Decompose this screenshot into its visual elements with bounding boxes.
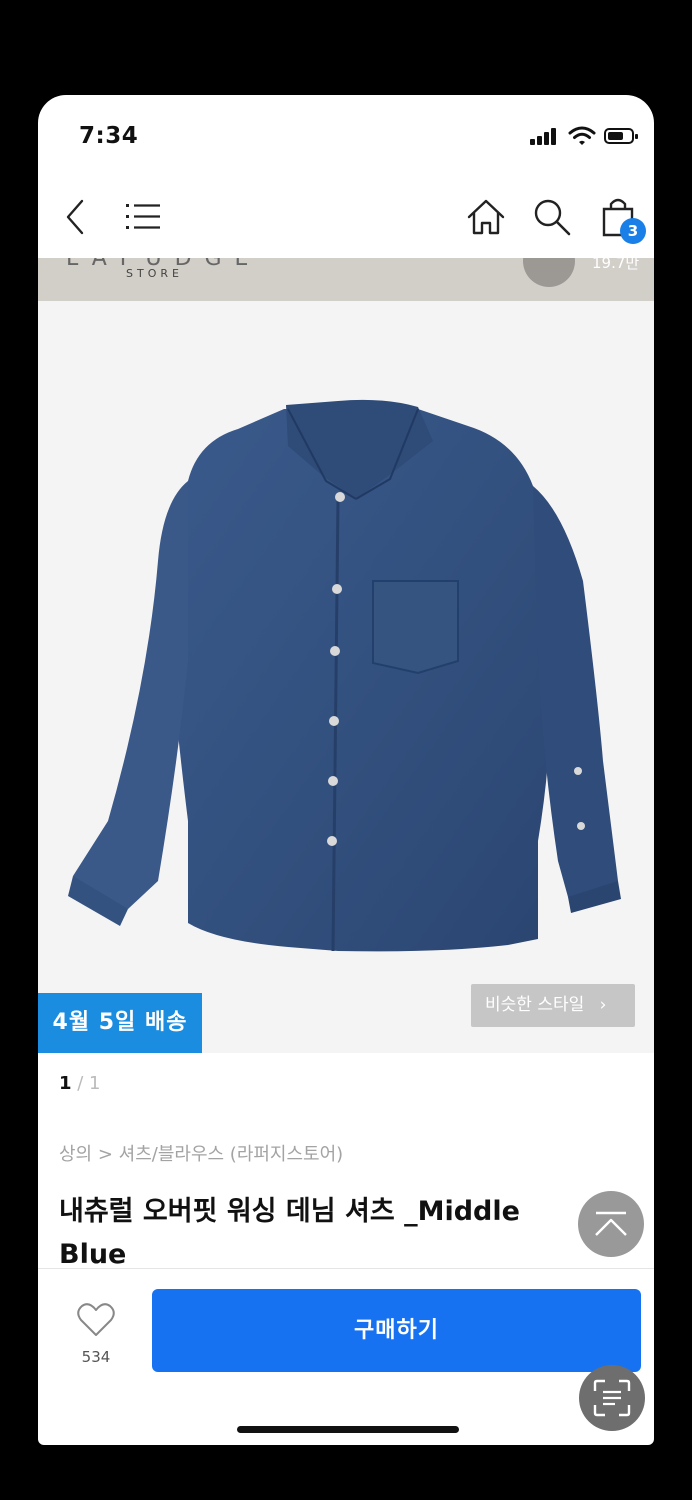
brand-banner[interactable]: LAFUDGE STORE 19.7만 — [38, 258, 654, 301]
search-icon[interactable] — [532, 195, 572, 239]
home-icon[interactable] — [466, 195, 506, 239]
chevron-right-icon: › — [599, 995, 607, 1015]
heart-icon — [77, 1303, 115, 1336]
brand-like-count: 19.7만 — [592, 258, 640, 272]
brand-like-button[interactable] — [523, 258, 575, 287]
product-image[interactable]: 4월 5일 배송 비슷한 스타일 › — [38, 301, 654, 1053]
back-icon[interactable] — [60, 195, 90, 239]
product-title: 내츄럴 오버핏 워싱 데님 셔츠 _Middle Blue — [59, 1196, 520, 1270]
pager-separator: / — [71, 1073, 90, 1094]
phone-screen: 7:34 3 LAFUDGE STORE 19.7만 4월 5일 배송 비슷한 … — [38, 95, 654, 1445]
similar-style-label: 비슷한 스타일 — [485, 995, 585, 1015]
similar-style-button[interactable]: 비슷한 스타일 › — [471, 984, 635, 1027]
signal-icon — [530, 127, 560, 145]
pager-total: 1 — [89, 1073, 101, 1094]
category-breadcrumb[interactable]: 상의 > 셔츠/블라우스 (라퍼지스토어) — [59, 1140, 343, 1166]
scroll-up-icon — [595, 1211, 627, 1236]
status-time: 7:34 — [79, 123, 139, 149]
bottom-divider — [38, 1268, 654, 1269]
like-button[interactable]: 534 — [64, 1302, 128, 1366]
cart-count-badge: 3 — [620, 218, 646, 244]
buy-button[interactable]: 구매하기 — [152, 1289, 641, 1372]
status-bar: 7:34 — [38, 95, 654, 185]
scan-text-icon — [593, 1379, 631, 1417]
top-navbar — [38, 185, 654, 258]
battery-icon — [604, 128, 638, 144]
menu-icon[interactable] — [124, 195, 162, 239]
brand-store-label: STORE — [126, 267, 183, 280]
pager-current: 1 — [59, 1073, 72, 1094]
image-pager: 1 / 1 — [59, 1073, 101, 1094]
home-indicator — [237, 1426, 459, 1433]
denim-shirt-image — [68, 399, 621, 952]
delivery-date-badge: 4월 5일 배송 — [38, 993, 202, 1053]
like-count: 534 — [81, 1348, 111, 1366]
scroll-to-top-button[interactable] — [578, 1191, 644, 1257]
wifi-icon — [568, 126, 596, 145]
scan-button[interactable] — [579, 1365, 645, 1431]
